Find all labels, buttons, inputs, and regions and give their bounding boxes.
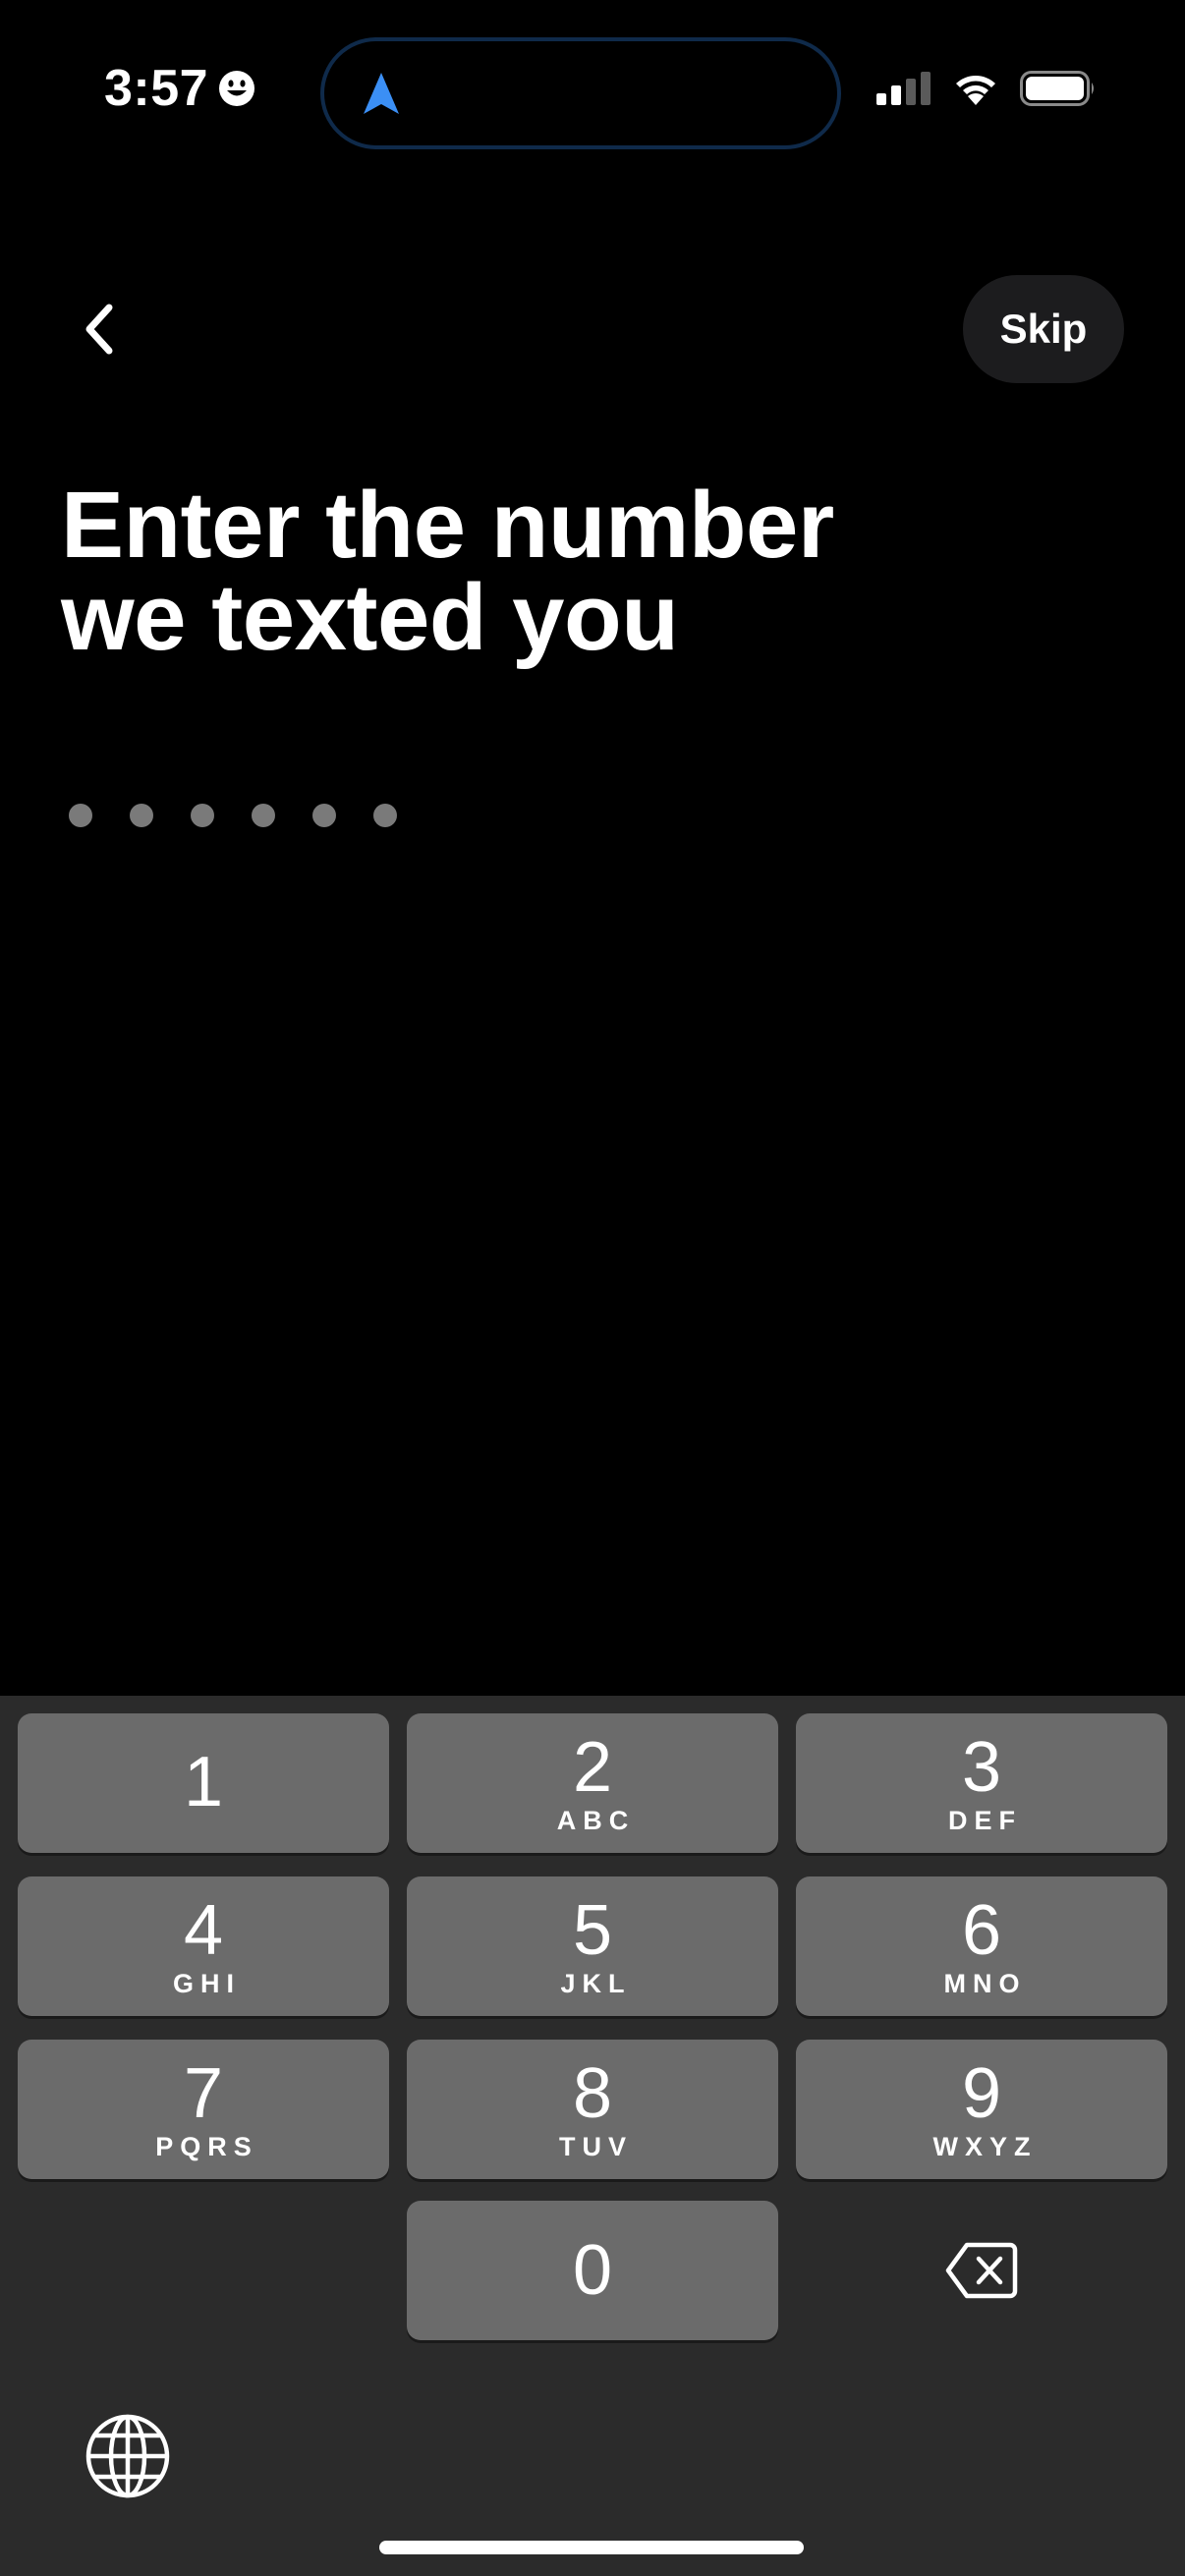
code-digit-placeholder-3: [191, 804, 214, 827]
key-letters: DEF: [948, 1805, 1022, 1835]
page-title-line-2: we texted you: [61, 565, 679, 670]
key-digit: 0: [572, 2231, 613, 2310]
key-9[interactable]: 9 WXYZ: [796, 2040, 1167, 2179]
key-5[interactable]: 5 JKL: [407, 1876, 778, 2016]
cellular-signal-icon: [876, 72, 931, 105]
code-digit-placeholder-6: [373, 804, 397, 827]
key-letters: GHI: [172, 1968, 241, 1998]
key-4[interactable]: 4 GHI: [18, 1876, 389, 2016]
key-6[interactable]: 6 MNO: [796, 1876, 1167, 2016]
status-time: 3:57: [104, 59, 255, 118]
code-digit-placeholder-2: [130, 804, 153, 827]
key-letters: TUV: [559, 2131, 633, 2161]
delete-button[interactable]: [796, 2201, 1167, 2340]
status-indicators: [876, 71, 1097, 106]
dynamic-island[interactable]: [320, 37, 841, 149]
verification-code-input[interactable]: [69, 804, 397, 827]
navigation-arrow-icon: [364, 73, 399, 114]
key-digit: 5: [572, 1890, 613, 1970]
key-letters: PQRS: [155, 2131, 258, 2161]
page-title: Enter the number we texted you: [61, 478, 1044, 665]
key-0[interactable]: 0: [407, 2201, 778, 2340]
key-digit: 9: [961, 2053, 1002, 2133]
key-8[interactable]: 8 TUV: [407, 2040, 778, 2179]
key-digit: 7: [183, 2053, 224, 2133]
home-indicator[interactable]: [379, 2541, 804, 2554]
key-digit: 8: [572, 2053, 613, 2133]
skip-button[interactable]: Skip: [963, 275, 1124, 383]
keyboard-language-button[interactable]: [83, 2411, 173, 2501]
chevron-left-icon: [85, 304, 113, 355]
key-letters: JKL: [560, 1968, 632, 1998]
key-digit: 1: [183, 1743, 224, 1821]
code-digit-placeholder-1: [69, 804, 92, 827]
key-7[interactable]: 7 PQRS: [18, 2040, 389, 2179]
page-title-line-1: Enter the number: [61, 473, 834, 578]
globe-icon: [85, 2414, 170, 2498]
back-button[interactable]: [59, 285, 138, 373]
code-digit-placeholder-5: [312, 804, 336, 827]
backspace-icon: [945, 2242, 1018, 2299]
key-1[interactable]: 1: [18, 1713, 389, 1853]
status-time-text: 3:57: [104, 60, 209, 117]
key-3[interactable]: 3 DEF: [796, 1713, 1167, 1853]
numeric-keypad: 1 2 ABC 3 DEF 4 GHI 5 JKL 6 MNO 7 PQRS 8…: [0, 1696, 1185, 2576]
wifi-icon: [956, 76, 995, 105]
key-letters: MNO: [943, 1968, 1027, 1998]
key-digit: 3: [961, 1727, 1002, 1807]
key-letters: ABC: [556, 1805, 636, 1835]
key-2[interactable]: 2 ABC: [407, 1713, 778, 1853]
smiley-icon: [219, 71, 255, 106]
key-digit: 2: [572, 1727, 613, 1807]
status-bar: 3:57: [0, 0, 1185, 187]
battery-icon: [1020, 71, 1094, 106]
key-digit: 4: [183, 1890, 224, 1970]
key-letters: WXYZ: [932, 2131, 1038, 2161]
key-digit: 6: [961, 1890, 1002, 1970]
code-digit-placeholder-4: [252, 804, 275, 827]
